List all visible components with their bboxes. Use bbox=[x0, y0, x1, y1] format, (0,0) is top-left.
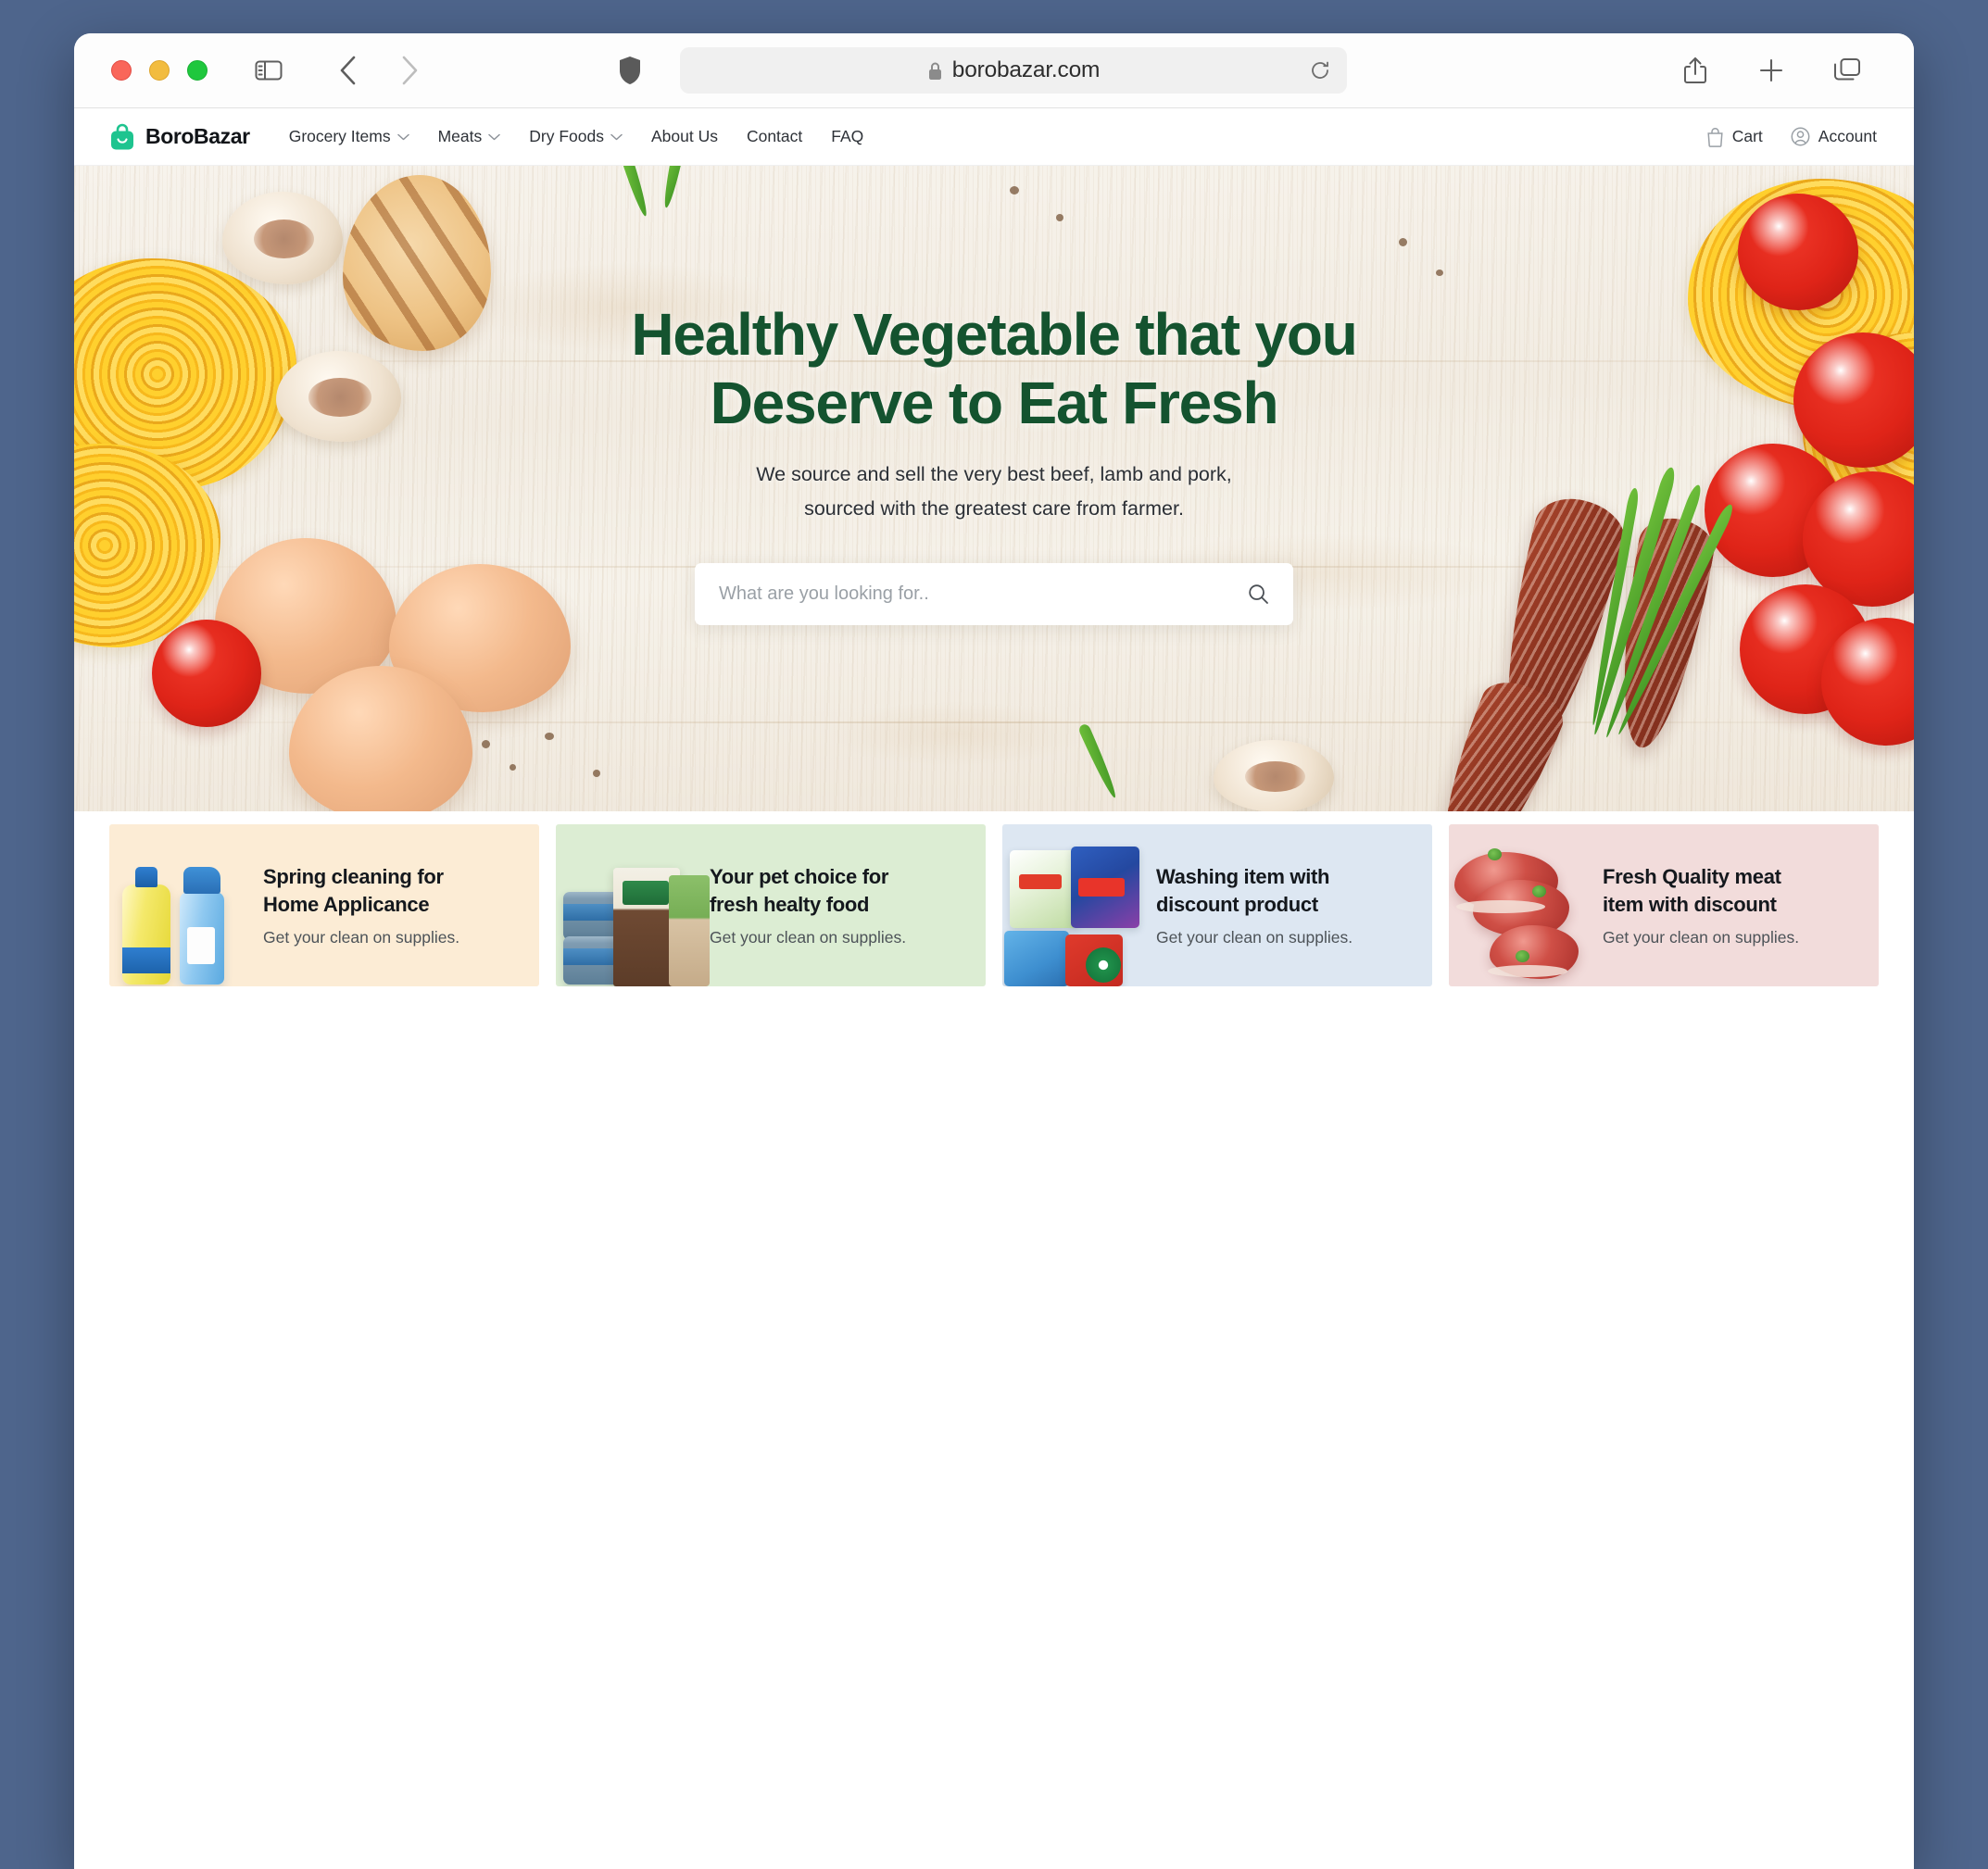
nav-item-faq[interactable]: FAQ bbox=[831, 127, 863, 146]
new-tab-icon[interactable] bbox=[1749, 48, 1793, 93]
pet-food-products-image bbox=[556, 824, 710, 986]
promo-text: Your pet choice for fresh healty food Ge… bbox=[704, 863, 906, 947]
cart-bag-icon bbox=[1706, 127, 1724, 147]
promo-title-line-1: Spring cleaning for bbox=[263, 865, 444, 889]
mushroom bbox=[1214, 740, 1334, 811]
promo-card-pet-food[interactable]: Your pet choice for fresh healty food Ge… bbox=[556, 824, 986, 986]
nav-label: Grocery Items bbox=[288, 127, 391, 145]
address-bar[interactable]: borobazar.com bbox=[680, 47, 1347, 94]
tomato bbox=[152, 620, 261, 727]
hero-subtitle-line-2: sourced with the greatest care from farm… bbox=[804, 497, 1184, 521]
account-label: Account bbox=[1818, 127, 1877, 145]
search-icon[interactable] bbox=[1248, 583, 1269, 605]
hero-subtitle: We source and sell the very best beef, l… bbox=[74, 458, 1914, 526]
search-input[interactable] bbox=[719, 583, 1248, 606]
promo-title-line-1: Fresh Quality meat bbox=[1603, 865, 1781, 889]
nav-label: About Us bbox=[650, 127, 718, 145]
promo-title: Fresh Quality meat item with discount bbox=[1603, 863, 1799, 919]
promo-card-meat[interactable]: Fresh Quality meat item with discount Ge… bbox=[1449, 824, 1879, 986]
promo-subtitle: Get your clean on supplies. bbox=[1156, 927, 1353, 947]
nav-item-meats[interactable]: Meats bbox=[438, 127, 501, 146]
nav-label: Contact bbox=[746, 127, 803, 145]
nav-label: FAQ bbox=[831, 127, 864, 145]
promo-title: Spring cleaning for Home Applicance bbox=[263, 863, 459, 919]
hero-subtitle-line-1: We source and sell the very best beef, l… bbox=[756, 463, 1232, 486]
chevron-down-icon bbox=[396, 133, 409, 141]
cleaning-products-image bbox=[109, 824, 258, 986]
nav-item-dry-foods[interactable]: Dry Foods bbox=[529, 127, 623, 146]
share-icon[interactable] bbox=[1673, 48, 1717, 93]
promo-title: Your pet choice for fresh healty food bbox=[710, 863, 906, 919]
url-text: borobazar.com bbox=[951, 57, 1101, 82]
hero-title: Healthy Vegetable that you Deserve to Ea… bbox=[74, 300, 1914, 437]
shield-icon[interactable] bbox=[608, 48, 652, 93]
promo-title-line-1: Your pet choice for bbox=[710, 865, 889, 889]
promo-subtitle: Get your clean on supplies. bbox=[710, 927, 907, 947]
browser-window: borobazar.com BoroBazar Grocery Items Me… bbox=[74, 33, 1914, 1869]
promo-text: Spring cleaning for Home Applicance Get … bbox=[258, 863, 459, 947]
hero-content: Healthy Vegetable that you Deserve to Ea… bbox=[74, 166, 1914, 626]
chevron-down-icon bbox=[610, 133, 623, 141]
nav-item-about-us[interactable]: About Us bbox=[651, 127, 718, 146]
brand-name: BoroBazar bbox=[145, 124, 250, 148]
nav-label: Meats bbox=[437, 127, 483, 145]
promo-title-line-2: discount product bbox=[1156, 893, 1318, 916]
reload-icon[interactable] bbox=[1306, 56, 1334, 84]
close-window-button[interactable] bbox=[111, 60, 132, 81]
detergent-products-image bbox=[1002, 824, 1151, 986]
nav-label: Dry Foods bbox=[529, 127, 604, 145]
cart-button[interactable]: Cart bbox=[1706, 127, 1763, 147]
shopping-bag-logo-icon bbox=[109, 123, 135, 151]
promo-subtitle: Get your clean on supplies. bbox=[1603, 927, 1800, 947]
brand-logo[interactable]: BoroBazar bbox=[109, 123, 250, 151]
hero-title-line-2: Deserve to Eat Fresh bbox=[710, 370, 1279, 437]
promo-title-line-2: item with discount bbox=[1603, 893, 1777, 916]
raw-meat-cuts-image bbox=[1449, 824, 1597, 986]
promo-text: Fresh Quality meat item with discount Ge… bbox=[1597, 863, 1799, 947]
promo-title: Washing item with discount product bbox=[1156, 863, 1353, 919]
header-actions: Cart Account bbox=[1706, 127, 1877, 147]
promo-text: Washing item with discount product Get y… bbox=[1151, 863, 1353, 947]
window-controls bbox=[111, 60, 208, 81]
forward-button[interactable] bbox=[387, 48, 432, 93]
nav-item-grocery-items[interactable]: Grocery Items bbox=[289, 127, 409, 146]
toolbar-actions bbox=[1673, 48, 1869, 93]
tab-overview-icon[interactable] bbox=[1825, 48, 1869, 93]
account-button[interactable]: Account bbox=[1791, 127, 1877, 146]
hero-search-bar[interactable] bbox=[695, 563, 1293, 626]
promo-title-line-2: Home Applicance bbox=[263, 893, 430, 916]
cart-label: Cart bbox=[1731, 127, 1763, 145]
minimize-window-button[interactable] bbox=[149, 60, 170, 81]
hero-banner: Healthy Vegetable that you Deserve to Ea… bbox=[74, 166, 1914, 811]
chevron-down-icon bbox=[488, 133, 500, 141]
back-button[interactable] bbox=[326, 48, 371, 93]
user-circle-icon bbox=[1791, 127, 1810, 146]
promo-card-washing[interactable]: Washing item with discount product Get y… bbox=[1002, 824, 1432, 986]
site-header: BoroBazar Grocery Items Meats Dry Foods bbox=[74, 108, 1914, 166]
promo-title-line-1: Washing item with bbox=[1156, 865, 1330, 889]
promo-card-cleaning[interactable]: Spring cleaning for Home Applicance Get … bbox=[109, 824, 539, 986]
promo-title-line-2: fresh healty food bbox=[710, 893, 870, 916]
browser-toolbar: borobazar.com bbox=[74, 33, 1914, 108]
promo-subtitle: Get your clean on supplies. bbox=[263, 927, 460, 947]
maximize-window-button[interactable] bbox=[187, 60, 208, 81]
nav-item-contact[interactable]: Contact bbox=[747, 127, 802, 146]
main-nav: Grocery Items Meats Dry Foods About Us C… bbox=[289, 127, 864, 146]
lock-icon bbox=[927, 61, 943, 81]
hero-title-line-1: Healthy Vegetable that you bbox=[631, 301, 1357, 368]
sidebar-toggle-icon[interactable] bbox=[246, 48, 291, 93]
promo-card-row: Spring cleaning for Home Applicance Get … bbox=[74, 811, 1914, 986]
